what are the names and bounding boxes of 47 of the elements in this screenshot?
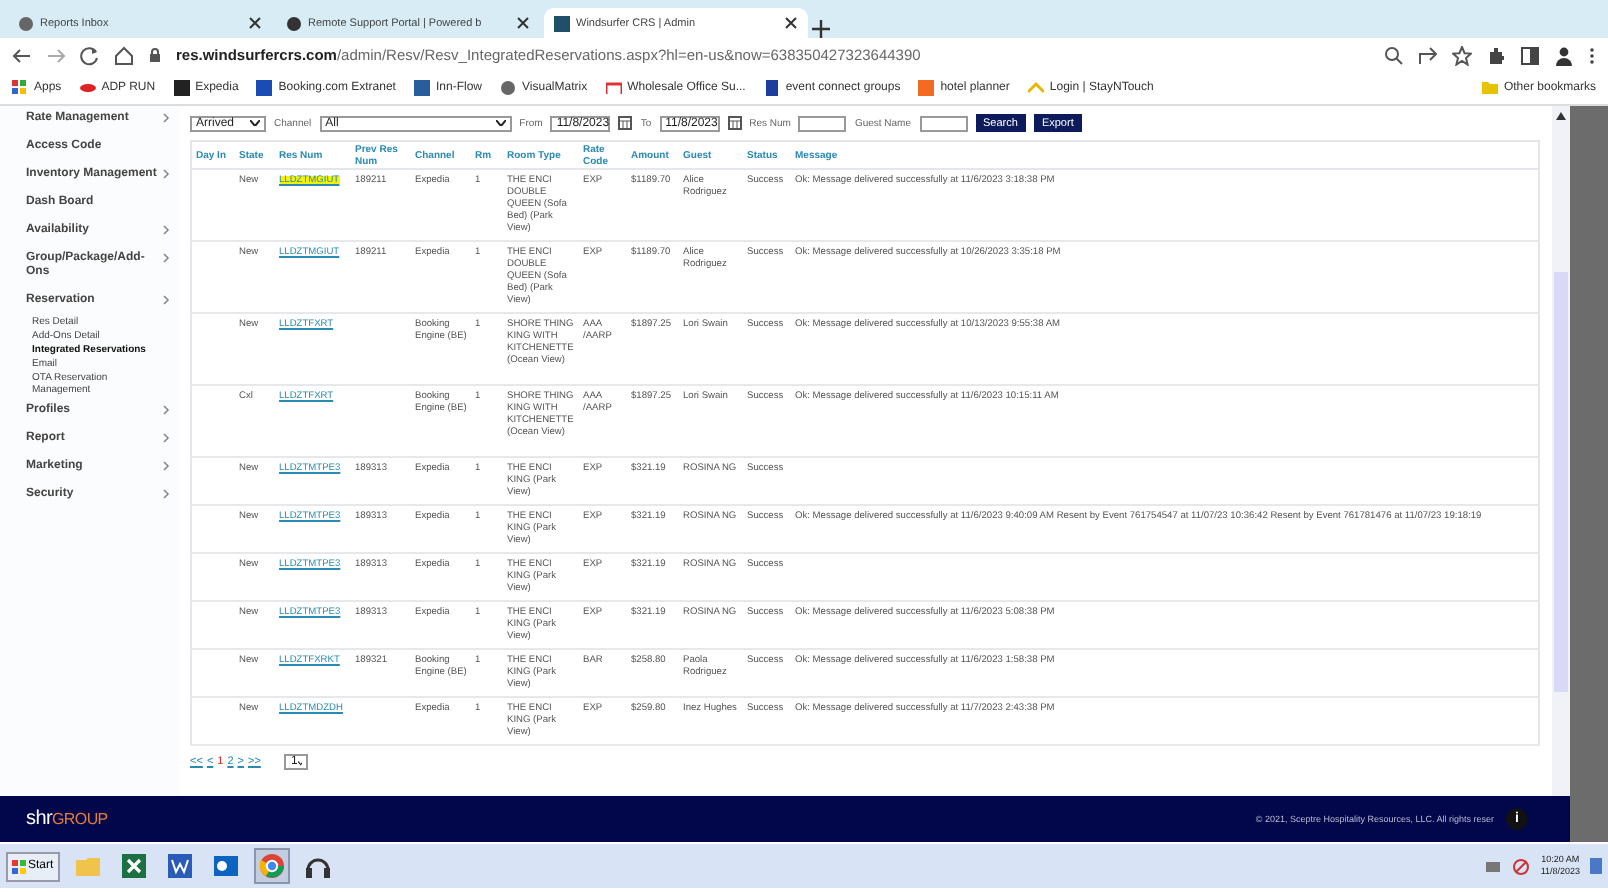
caret-icon bbox=[495, 120, 506, 126]
close-icon[interactable] bbox=[516, 16, 530, 30]
folder-icon bbox=[1481, 80, 1498, 96]
close-icon[interactable] bbox=[248, 16, 262, 30]
calendar-icon[interactable] bbox=[618, 116, 633, 130]
company-logo: shrGROUP bbox=[26, 808, 108, 830]
bookmark-icon bbox=[12, 80, 28, 96]
bookmark-icon bbox=[605, 80, 622, 96]
zoom-icon[interactable] bbox=[1384, 45, 1404, 65]
calendar-icon[interactable] bbox=[727, 116, 742, 130]
document-icon[interactable] bbox=[165, 852, 194, 880]
back-icon[interactable] bbox=[12, 45, 32, 65]
tab-favicon-icon bbox=[18, 15, 34, 31]
home-icon[interactable] bbox=[114, 45, 134, 65]
bookmark-icon bbox=[173, 80, 190, 96]
bookmark-icon bbox=[500, 80, 516, 96]
caret-icon bbox=[297, 759, 303, 765]
show-desktop-icon[interactable] bbox=[1590, 856, 1602, 876]
close-icon[interactable] bbox=[784, 16, 798, 30]
sidebar-icon[interactable] bbox=[1520, 45, 1540, 65]
network-icon[interactable] bbox=[1484, 857, 1503, 875]
bookmark-icon bbox=[763, 80, 780, 96]
mail-icon[interactable] bbox=[211, 852, 240, 880]
windows-logo-icon bbox=[12, 859, 26, 873]
star-icon[interactable] bbox=[1452, 45, 1472, 65]
browser-icon[interactable] bbox=[257, 852, 286, 880]
menu-icon[interactable] bbox=[1588, 45, 1596, 65]
bookmark-icon bbox=[256, 80, 273, 96]
caret-icon bbox=[250, 120, 260, 126]
profile-icon[interactable] bbox=[1554, 45, 1574, 65]
res-num-field[interactable] bbox=[798, 115, 847, 131]
bookmark-icon bbox=[918, 80, 935, 96]
guest-name-field[interactable] bbox=[919, 115, 968, 131]
puzzle-icon[interactable] bbox=[1486, 45, 1506, 65]
tab-favicon-icon bbox=[554, 15, 570, 31]
bookmark-icon bbox=[413, 80, 430, 96]
tab-favicon-icon bbox=[286, 15, 302, 31]
share-icon[interactable] bbox=[1418, 45, 1438, 65]
bookmark-icon bbox=[79, 80, 96, 96]
bookmark-icon bbox=[1027, 80, 1044, 96]
reload-icon[interactable] bbox=[80, 45, 100, 65]
volume-muted-icon[interactable] bbox=[1512, 857, 1531, 875]
lock-icon bbox=[148, 47, 162, 63]
new-tab-icon[interactable] bbox=[812, 20, 830, 38]
spreadsheet-icon[interactable] bbox=[119, 852, 148, 880]
scroll-up-icon[interactable] bbox=[1556, 112, 1566, 120]
scrollbar[interactable] bbox=[1552, 106, 1570, 796]
